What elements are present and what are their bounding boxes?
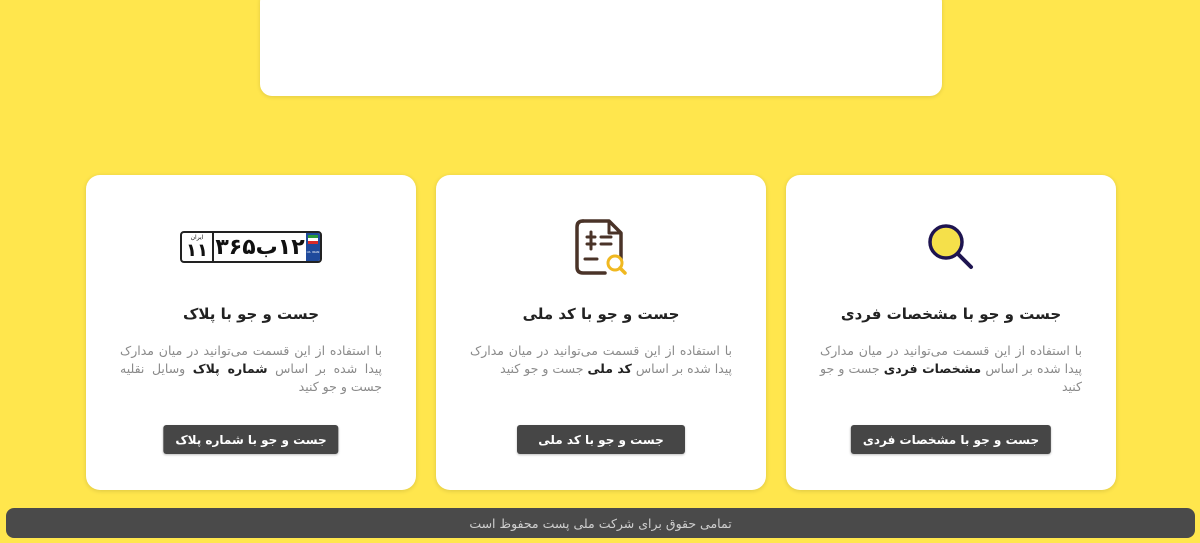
card-description: با استفاده از این قسمت می‌توانید در میان… xyxy=(470,343,732,376)
footer-copyright: تمامی حقوق برای شرکت ملی پست محفوظ است xyxy=(469,515,732,531)
card-title: جست و جو با پلاک xyxy=(182,305,320,323)
page: جست و جو با مشخصات فردی با استفاده از ای… xyxy=(0,0,1200,543)
document-search-icon xyxy=(575,219,627,275)
card-description-highlight: مشخصات فردی xyxy=(883,361,982,376)
card-icon-wrap: ایران ۱۱ ۱۲ب۳۶۵ I.R. IRAN xyxy=(86,217,416,277)
iran-flag-icon: I.R. IRAN xyxy=(306,233,320,261)
card-icon-wrap xyxy=(436,217,766,277)
card-description-highlight: شماره پلاک xyxy=(192,361,268,376)
plate-number: ۱۲ب۳۶۵ xyxy=(212,233,306,261)
card-personal-search: جست و جو با مشخصات فردی با استفاده از ای… xyxy=(786,175,1116,490)
search-plate-button[interactable]: جست و جو با شماره پلاک xyxy=(163,425,339,454)
plate-region: ایران ۱۱ xyxy=(182,233,212,261)
license-plate-icon: ایران ۱۱ ۱۲ب۳۶۵ I.R. IRAN xyxy=(180,231,322,263)
card-description-highlight: کد ملی xyxy=(587,361,632,376)
card-plate-search: ایران ۱۱ ۱۲ب۳۶۵ I.R. IRAN جست و جو با پل… xyxy=(86,175,416,490)
plate-flag-text: I.R. IRAN xyxy=(306,250,320,254)
top-panel xyxy=(260,0,942,96)
plate-region-number: ۱۱ xyxy=(186,240,208,261)
card-title: جست و جو با مشخصات فردی xyxy=(840,305,1062,323)
card-description: با استفاده از این قسمت می‌توانید در میان… xyxy=(820,343,1082,394)
magnifier-icon xyxy=(928,224,973,269)
card-description: با استفاده از این قسمت می‌توانید در میان… xyxy=(120,343,383,394)
card-title: جست و جو با کد ملی xyxy=(522,305,680,323)
search-national-code-button[interactable]: جست و جو با کد ملی xyxy=(517,425,685,454)
search-personal-button[interactable]: جست و جو با مشخصات فردی xyxy=(850,425,1052,454)
card-icon-wrap xyxy=(786,217,1116,277)
footer: تمامی حقوق برای شرکت ملی پست محفوظ است xyxy=(6,508,1195,538)
card-national-code-search: جست و جو با کد ملی با استفاده از این قسم… xyxy=(436,175,766,490)
